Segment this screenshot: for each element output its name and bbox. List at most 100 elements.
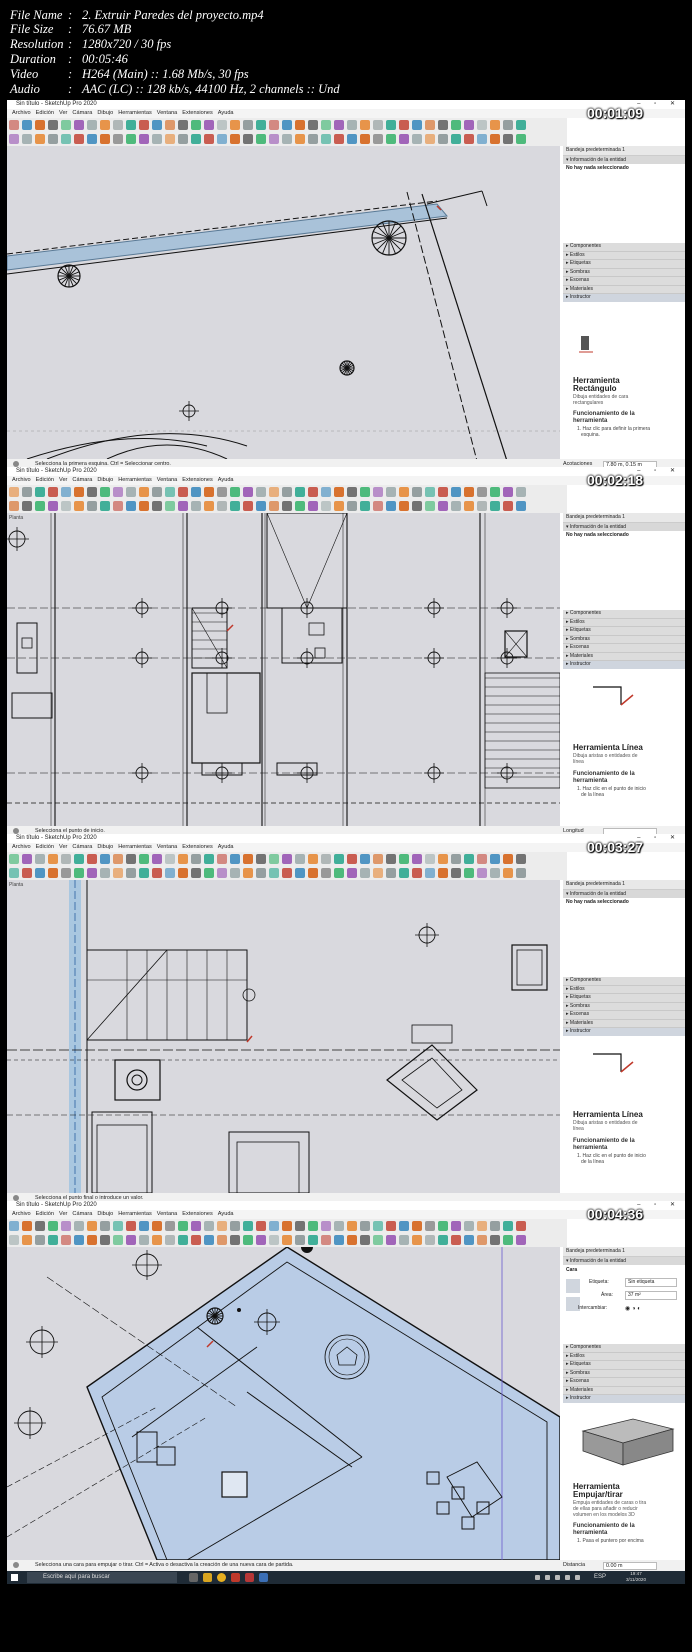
toolbar-tool-icon[interactable] (204, 1235, 214, 1245)
toolbar-tool-icon[interactable] (438, 134, 448, 144)
toolbar-tool-icon[interactable] (35, 854, 45, 864)
menu-1[interactable]: Edición (36, 844, 54, 850)
toolbar-tool-icon[interactable] (490, 854, 500, 864)
toolbar-tool-icon[interactable] (282, 854, 292, 864)
menu-2[interactable]: Ver (59, 477, 67, 483)
toolbar-tool-icon[interactable] (334, 487, 344, 497)
toolbar-tool-icon[interactable] (490, 1235, 500, 1245)
toolbar-tool-icon[interactable] (451, 134, 461, 144)
toolbar-tool-icon[interactable] (87, 854, 97, 864)
toolbar-tool-icon[interactable] (464, 120, 474, 130)
toolbar-tool-icon[interactable] (477, 134, 487, 144)
toolbar-tool-icon[interactable] (412, 1221, 422, 1231)
toolbar-tool-icon[interactable] (152, 487, 162, 497)
toolbar-tool-icon[interactable] (373, 134, 383, 144)
toolbar-tool-icon[interactable] (204, 501, 214, 511)
drawing-canvas[interactable]: Planta (7, 513, 560, 826)
menu-1[interactable]: Edición (36, 1211, 54, 1217)
toolbar-tool-icon[interactable] (347, 487, 357, 497)
toolbar-tool-icon[interactable] (22, 868, 32, 878)
toolbar-tool-icon[interactable] (490, 501, 500, 511)
toolbar-tool-icon[interactable] (22, 134, 32, 144)
toolbar-tool-icon[interactable] (373, 868, 383, 878)
menu-7[interactable]: Extensiones (182, 110, 212, 116)
mic-icon[interactable] (545, 1575, 550, 1580)
toolbar-tool-icon[interactable] (256, 1221, 266, 1231)
toolbar-tool-icon[interactable] (347, 120, 357, 130)
toolbar-tool-icon[interactable] (464, 134, 474, 144)
toolbar-tool-icon[interactable] (217, 1235, 227, 1245)
toolbar-tool-icon[interactable] (152, 501, 162, 511)
toolbar-tool-icon[interactable] (126, 868, 136, 878)
toolbar-tool-icon[interactable] (230, 1221, 240, 1231)
toolbar-tool-icon[interactable] (412, 487, 422, 497)
toolbar-tool-icon[interactable] (282, 1221, 292, 1231)
menu-6[interactable]: Ventana (157, 477, 178, 483)
toolbar-tool-icon[interactable] (191, 854, 201, 864)
toolbar-tool-icon[interactable] (35, 501, 45, 511)
toolbar-tool-icon[interactable] (503, 1221, 513, 1231)
toolbar-tool-icon[interactable] (438, 487, 448, 497)
toolbar-tool-icon[interactable] (113, 854, 123, 864)
menu-6[interactable]: Ventana (157, 110, 178, 116)
toolbar-tool-icon[interactable] (165, 868, 175, 878)
window-controls[interactable]: – ▫ ✕ (637, 834, 681, 843)
toolbar-tool-icon[interactable] (243, 1221, 253, 1231)
toolbar-tool-icon[interactable] (165, 120, 175, 130)
toolbar-tool-icon[interactable] (269, 501, 279, 511)
toolbar-tool-icon[interactable] (204, 1221, 214, 1231)
tray-section-0[interactable]: ▸ Componentes (563, 243, 685, 252)
toolbar-tool-icon[interactable] (87, 868, 97, 878)
toolbar-tool-icon[interactable] (477, 120, 487, 130)
toolbar-tool-icon[interactable] (152, 1235, 162, 1245)
app-icon[interactable] (259, 1573, 268, 1582)
toolbar-tool-icon[interactable] (464, 854, 474, 864)
toolbar-tool-icon[interactable] (321, 1235, 331, 1245)
toolbar-tool-icon[interactable] (308, 120, 318, 130)
toolbar-tool-icon[interactable] (438, 120, 448, 130)
windows-start-icon[interactable] (11, 1574, 18, 1581)
toolbar-tool-icon[interactable] (61, 1221, 71, 1231)
toolbar-tool-icon[interactable] (152, 854, 162, 864)
toolbar-tool-icon[interactable] (425, 868, 435, 878)
toolbar-tool-icon[interactable] (347, 1221, 357, 1231)
toolbar-tool-icon[interactable] (61, 854, 71, 864)
toolbar-tool-icon[interactable] (464, 868, 474, 878)
toolbar-tool-icon[interactable] (100, 854, 110, 864)
toolbar-tool-icon[interactable] (256, 120, 266, 130)
toolbar-tool-icon[interactable] (204, 120, 214, 130)
toolbar-tool-icon[interactable] (100, 1221, 110, 1231)
toolbar-tool-icon[interactable] (48, 1221, 58, 1231)
toolbar-tool-icon[interactable] (100, 868, 110, 878)
toolbar-tool-icon[interactable] (503, 501, 513, 511)
toolbar-tool-icon[interactable] (204, 854, 214, 864)
toolbar-tool-icon[interactable] (386, 501, 396, 511)
toolbar-tool-icon[interactable] (451, 1235, 461, 1245)
toolbar-tool-icon[interactable] (516, 120, 526, 130)
drawing-canvas[interactable] (7, 146, 560, 459)
toolbar-tool-icon[interactable] (490, 120, 500, 130)
toolbar-tool-icon[interactable] (9, 868, 19, 878)
menu-2[interactable]: Ver (59, 110, 67, 116)
battery-icon[interactable] (575, 1575, 580, 1580)
toolbar-tool-icon[interactable] (74, 854, 84, 864)
toolbar-tool-icon[interactable] (360, 854, 370, 864)
toolbar-tool-icon[interactable] (100, 134, 110, 144)
tray-section-3[interactable]: ▸ Sombras (563, 1002, 685, 1011)
toolbar-tool-icon[interactable] (308, 1235, 318, 1245)
toolbar-tool-icon[interactable] (308, 501, 318, 511)
toolbar-tool-icon[interactable] (100, 501, 110, 511)
tray-section-3[interactable]: ▸ Sombras (563, 635, 685, 644)
toolbar-tool-icon[interactable] (282, 134, 292, 144)
tray-section-1[interactable]: ▸ Estilos (563, 251, 685, 260)
menu-2[interactable]: Ver (59, 1211, 67, 1217)
toolbar-tool-icon[interactable] (48, 120, 58, 130)
toolbar-tool-icon[interactable] (9, 487, 19, 497)
menu-5[interactable]: Herramientas (118, 1211, 152, 1217)
toolbar-tool-icon[interactable] (256, 487, 266, 497)
menu-4[interactable]: Dibujo (97, 1211, 113, 1217)
toolbar-tool-icon[interactable] (191, 868, 201, 878)
tray-section-5[interactable]: ▸ Materiales (563, 285, 685, 294)
toolbar-tool-icon[interactable] (282, 501, 292, 511)
toolbar-tool-icon[interactable] (178, 501, 188, 511)
